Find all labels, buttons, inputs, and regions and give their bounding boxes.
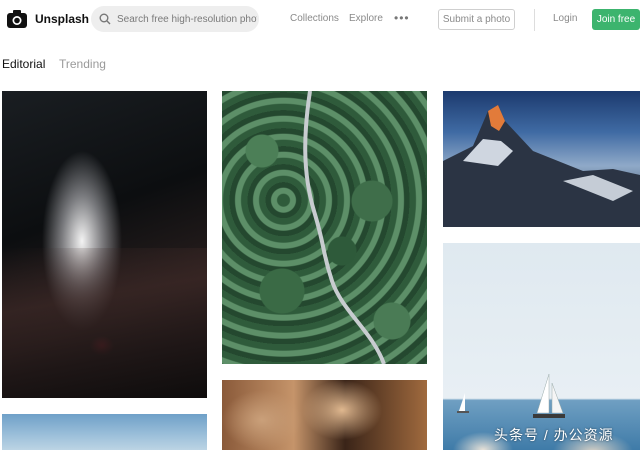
- photo-food[interactable]: [222, 380, 427, 450]
- nav-collections-link[interactable]: Collections: [290, 13, 339, 24]
- cave-rock-shape: [2, 248, 207, 398]
- photo-matterhorn[interactable]: [443, 91, 640, 227]
- forest-road-shape: [303, 91, 386, 364]
- photo-forest-road[interactable]: [222, 91, 427, 364]
- search-bar[interactable]: [91, 6, 259, 32]
- nav-explore-link[interactable]: Explore: [349, 13, 383, 24]
- tab-editorial[interactable]: Editorial: [2, 57, 45, 71]
- sailboat-shape: [457, 373, 565, 418]
- top-navigation-bar: Unsplash Collections Explore ••• Submit …: [0, 0, 640, 40]
- more-options-icon[interactable]: •••: [394, 11, 410, 25]
- watermark-text: 头条号 / 办公资源: [494, 427, 614, 443]
- submit-photo-button[interactable]: Submit a photo: [438, 9, 515, 30]
- brand-name[interactable]: Unsplash: [35, 12, 89, 26]
- search-icon: [99, 13, 111, 25]
- join-free-button[interactable]: Join free: [592, 9, 640, 30]
- search-input[interactable]: [117, 6, 257, 32]
- mountain-shape: [443, 105, 640, 227]
- login-link[interactable]: Login: [553, 13, 577, 24]
- photo-sailboat-sea[interactable]: [443, 243, 640, 450]
- camera-logo-icon[interactable]: [6, 8, 28, 30]
- tab-trending[interactable]: Trending: [59, 57, 106, 71]
- photo-cave[interactable]: [2, 91, 207, 398]
- photo-sky[interactable]: [2, 414, 207, 450]
- header-divider: [534, 9, 535, 31]
